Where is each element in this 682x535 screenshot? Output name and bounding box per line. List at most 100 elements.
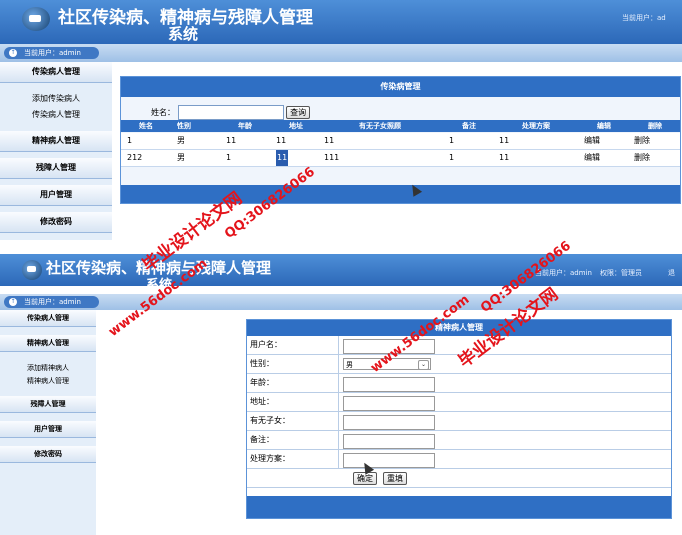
app-title-line2: 系统 [168, 25, 199, 43]
menu-password[interactable]: 修改密码 [0, 446, 96, 463]
menu-infectious[interactable]: 传染病人管理 [0, 62, 112, 83]
search-row: 姓名： 查询 [151, 105, 311, 120]
app-logo-icon [22, 7, 50, 31]
age-label: 年龄： [250, 374, 339, 392]
menu-disabled[interactable]: 残障人管理 [0, 158, 112, 179]
cell-name: 1 [127, 136, 133, 145]
form-row-plan: 处理方案： [247, 450, 671, 469]
panel-footer [121, 185, 680, 203]
table-row: 212 男 1 11 111 1 11 编辑 删除 [121, 150, 680, 167]
delete-link[interactable]: 删除 [634, 133, 650, 149]
current-user-pill: ↑ 当前用户：admin [4, 296, 99, 308]
menu-mental[interactable]: 精神病人管理 [0, 131, 112, 152]
age-input[interactable] [343, 377, 435, 392]
cell-children: 11 [324, 136, 335, 145]
menu-add-mental[interactable]: 添加精神病人 [0, 362, 96, 375]
user-icon: ↑ [9, 49, 17, 57]
app-header: 社区传染病、精神病与残障人管理 系统 当前用户：admin 权限：管理员 退 [0, 254, 682, 293]
edit-link[interactable]: 编辑 [584, 150, 600, 166]
col-remark: 备注 [462, 122, 476, 130]
address-input[interactable] [343, 396, 435, 411]
col-plan: 处理方案 [522, 122, 550, 130]
cell-plan: 11 [499, 153, 510, 162]
sidebar: 传染病人管理 精神病人管理 添加精神病人 精神病人管理 残障人管理 用户管理 修… [0, 310, 96, 535]
gender-select-value: 男 [346, 361, 353, 369]
menu-infectious[interactable]: 传染病人管理 [0, 310, 96, 327]
col-name: 姓名 [139, 122, 153, 130]
form-row-age: 年龄： [247, 374, 671, 393]
remark-label: 备注： [250, 431, 339, 449]
cell-gender: 男 [177, 136, 185, 145]
current-user-text: 当前用户：admin [24, 49, 81, 57]
screenshot-infectious-list: 社区传染病、精神病与残障人管理 系统 当前用户：ad ↑ 当前用户：admin … [0, 0, 682, 240]
current-user-pill: ↑ 当前用户：admin [4, 47, 99, 59]
edit-link[interactable]: 编辑 [584, 133, 600, 149]
form-buttons: 确定 重填 [247, 469, 671, 488]
table-header: 姓名 性别 年龄 地址 有无子女照顾 备注 处理方案 编辑 删除 [121, 120, 680, 132]
header-logout[interactable]: 退 [668, 268, 675, 278]
form-row-gender: 性别： 男 ⌄ [247, 355, 671, 374]
app-title-line2: 系统 [146, 278, 173, 293]
search-input[interactable] [177, 105, 284, 120]
cell-remark: 1 [449, 153, 455, 162]
menu-infectious-submenu: 添加传染病人 传染病人管理 [0, 89, 112, 127]
app-header: 社区传染病、精神病与残障人管理 系统 当前用户：ad [0, 0, 682, 44]
reset-button[interactable]: 重填 [383, 472, 407, 485]
col-children: 有无子女照顾 [359, 122, 401, 130]
form-row-remark: 备注： [247, 431, 671, 450]
remark-input[interactable] [343, 434, 435, 449]
sidebar: 传染病人管理 添加传染病人 传染病人管理 精神病人管理 残障人管理 用户管理 修… [0, 62, 112, 240]
menu-password[interactable]: 修改密码 [0, 212, 112, 233]
col-delete: 删除 [648, 122, 662, 130]
menu-add-infectious[interactable]: 添加传染病人 [0, 91, 112, 107]
col-edit: 编辑 [597, 122, 611, 130]
col-address: 地址 [289, 122, 303, 130]
cell-name: 212 [127, 153, 143, 162]
cell-plan: 11 [499, 136, 510, 145]
gender-select[interactable]: 男 ⌄ [343, 358, 431, 370]
app-logo-icon [22, 260, 42, 280]
gender-label: 性别： [250, 355, 339, 373]
menu-manage-infectious[interactable]: 传染病人管理 [0, 107, 112, 123]
user-icon: ↑ [9, 298, 17, 306]
cell-address: 11 [276, 150, 289, 166]
table-row: 1 男 11 11 11 1 11 编辑 删除 [121, 133, 680, 150]
menu-mental-submenu: 添加精神病人 精神病人管理 [0, 360, 96, 392]
name-input[interactable] [343, 339, 435, 354]
menu-users[interactable]: 用户管理 [0, 421, 96, 438]
current-user-text: 当前用户：admin [24, 298, 81, 306]
cell-remark: 1 [449, 136, 455, 145]
screenshot-mental-form: 社区传染病、精神病与残障人管理 系统 当前用户：admin 权限：管理员 退 ↑… [0, 254, 682, 535]
cell-age: 1 [226, 153, 232, 162]
cell-gender: 男 [177, 153, 185, 162]
form-title: 精神病人管理 [247, 320, 671, 336]
chevron-down-icon[interactable]: ⌄ [418, 360, 429, 370]
delete-link[interactable]: 删除 [634, 150, 650, 166]
form-row-name: 用户名： [247, 336, 671, 355]
plan-label: 处理方案： [250, 450, 339, 468]
menu-users[interactable]: 用户管理 [0, 185, 112, 206]
plan-input[interactable] [343, 453, 435, 468]
form-row-children: 有无子女： [247, 412, 671, 431]
children-input[interactable] [343, 415, 435, 430]
cell-children: 111 [324, 153, 340, 162]
address-label: 地址： [250, 393, 339, 411]
header-current-user: 当前用户：ad [622, 14, 666, 22]
menu-mental[interactable]: 精神病人管理 [0, 335, 96, 352]
panel-title: 传染病管理 [121, 77, 680, 97]
mental-form: 精神病人管理 用户名： 性别： 男 ⌄ 年龄： 地址： 有无子女： 备注： 处理… [246, 319, 672, 519]
menu-manage-mental[interactable]: 精神病人管理 [0, 375, 96, 388]
form-footer [247, 496, 671, 518]
menu-disabled[interactable]: 残障人管理 [0, 396, 96, 413]
children-label: 有无子女： [250, 412, 339, 430]
header-role: 权限：管理员 [600, 269, 642, 277]
cell-age: 11 [226, 136, 237, 145]
search-button[interactable]: 查询 [286, 106, 311, 119]
user-bar: ↑ 当前用户：admin [0, 294, 682, 310]
col-age: 年龄 [238, 122, 252, 130]
user-bar: ↑ 当前用户：admin [0, 44, 682, 62]
form-row-address: 地址： [247, 393, 671, 412]
cell-address: 11 [276, 136, 287, 145]
header-current-user: 当前用户：admin [535, 269, 592, 277]
col-gender: 性别 [177, 122, 191, 130]
